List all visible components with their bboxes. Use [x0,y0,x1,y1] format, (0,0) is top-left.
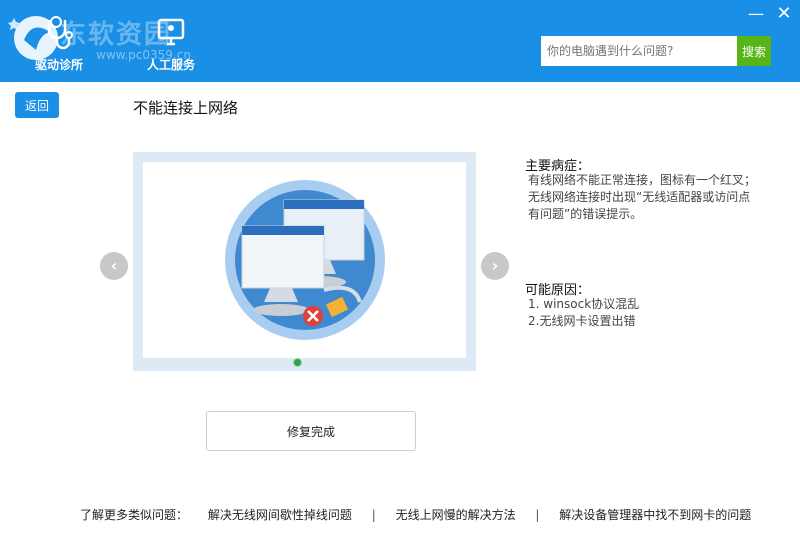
stethoscope-icon [47,20,73,50]
minimize-button[interactable]: — [746,4,766,24]
network-error-illustration-icon [225,180,385,340]
carousel [133,152,476,371]
cause-item: 1. winsock协议混乱 [528,297,640,311]
related-link-no-nic[interactable]: 解决设备管理器中找不到网卡的问题 [559,508,751,522]
app-header: 东软资园 www.pc0359.cn 驱动诊所 人工服务 — ✕ 搜索 [0,0,800,82]
back-button[interactable]: 返回 [15,92,59,118]
related-separator: | [535,508,540,522]
carousel-next-button[interactable]: › [481,252,509,280]
nav-driver-clinic[interactable]: 驱动诊所 [14,8,104,78]
related-label: 了解更多类似问题： [80,508,189,522]
monitor-service-icon [157,18,185,46]
causes-list: 1. winsock协议混乱 2.无线网卡设置出错 [528,296,639,330]
symptoms-text: 有线网络不能正常连接，图标有一个红叉；无线网络连接时出现“无线适配器或访问点有问… [528,173,757,221]
page-title: 不能连接上网络 [133,99,239,117]
cause-item: 2.无线网卡设置出错 [528,314,636,328]
nav-driver-clinic-label: 驱动诊所 [34,58,83,72]
close-button[interactable]: ✕ [774,4,794,24]
related-questions: 了解更多类似问题： 解决无线网间歇性掉线问题 | 无线上网慢的解决方法 | 解决… [80,506,751,523]
related-link-wifi-drop[interactable]: 解决无线网间歇性掉线问题 [208,508,352,522]
related-separator: | [371,508,376,522]
nav-manual-service-label: 人工服务 [146,58,195,72]
carousel-slide [143,162,466,358]
carousel-indicator-dot[interactable] [293,358,302,367]
carousel-prev-button[interactable]: ‹ [100,252,128,280]
related-link-wifi-slow[interactable]: 无线上网慢的解决方法 [396,508,516,522]
nav-manual-service[interactable]: 人工服务 [126,8,216,78]
search-button[interactable]: 搜索 [737,36,771,66]
fix-complete-button[interactable]: 修复完成 [206,411,416,451]
search-input[interactable] [541,36,737,66]
